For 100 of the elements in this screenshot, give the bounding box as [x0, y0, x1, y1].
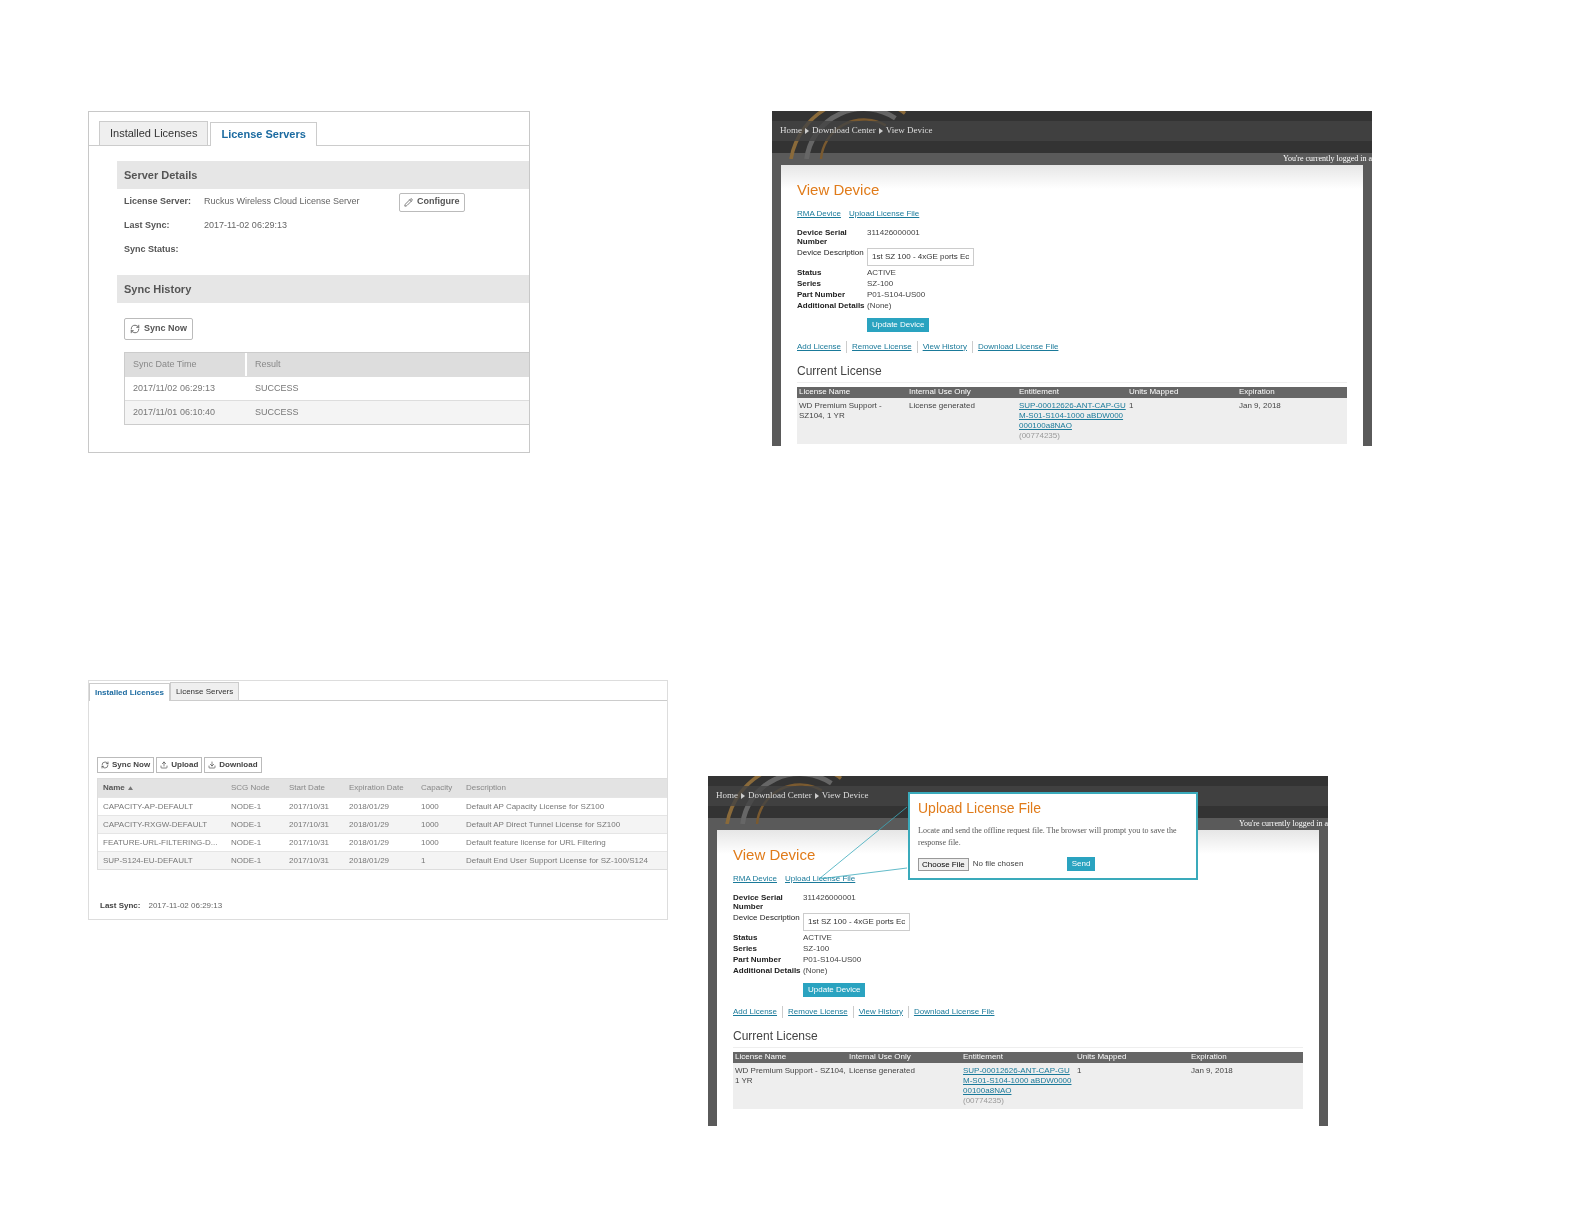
description-field[interactable]: 1st SZ 100 - 4xGE ports Ec	[867, 247, 975, 266]
field-value: P01-S104-US00	[803, 954, 862, 964]
text-link[interactable]: Download License File	[907, 1005, 1000, 1018]
tab[interactable]: Installed Licenses	[99, 121, 209, 145]
column-header: Internal Use Only	[848, 1051, 912, 1063]
field-label: Status	[797, 267, 823, 277]
sync-now-button[interactable]: Sync Now	[124, 318, 193, 340]
column-header: Expiration	[1190, 1051, 1228, 1063]
table-cell-text: Jan 9, 2018	[1238, 400, 1282, 412]
entitlement-id: (00774235)	[963, 1095, 1005, 1106]
text-link[interactable]: RMA Device	[733, 872, 777, 885]
table-cell-text: NODE-1	[230, 836, 263, 849]
table-cell-text: Default AP Direct Tunnel License for SZ100	[465, 818, 622, 831]
field-value: 2017-11-02 06:29:13	[148, 900, 223, 912]
table-cell-text: FEATURE-URL-FILTERING-D...	[102, 836, 219, 849]
breadcrumb-link[interactable]: View Device	[821, 789, 869, 803]
table-cell-text: 2018/01/29	[348, 818, 391, 831]
table-cell-text: License generated	[908, 400, 976, 412]
field-label: Additional Details	[733, 965, 802, 975]
text-link[interactable]: RMA Device	[797, 207, 841, 220]
field-label: Status	[733, 932, 759, 942]
table-cell-text: 1	[1128, 400, 1135, 412]
field-label: Device Serial Number	[797, 227, 848, 246]
table-cell-text: Jan 9, 2018	[1190, 1065, 1234, 1077]
chevron-icon	[805, 128, 809, 134]
text-link[interactable]: Remove License	[782, 1005, 853, 1018]
text-link[interactable]: Upload License File	[785, 872, 856, 885]
entitlement-link[interactable]: SUP-00012626-ANT-CAP-GUM-S01-S104-1000 aBDW000000100a8NAO	[1019, 400, 1127, 431]
refresh-icon	[130, 324, 140, 334]
breadcrumb-link[interactable]: View Device	[885, 124, 933, 138]
field-value: Ruckus Wireless Cloud License Server	[204, 195, 361, 209]
file-status: No file chosen	[972, 858, 1025, 870]
table-cell-text: SUCCESS	[254, 405, 300, 419]
column-header: Expiration	[1238, 386, 1276, 398]
table-cell-text: 2018/01/29	[348, 800, 391, 813]
breadcrumb-link[interactable]: Home	[716, 789, 738, 803]
column-header: License Name	[734, 1051, 788, 1063]
entitlement-link[interactable]: SUP-00012626-ANT-CAP-GUM-S01-S104-1000 aBDW000000100a8NAO	[963, 1065, 1075, 1096]
breadcrumb-link[interactable]: Download Center	[748, 789, 812, 803]
field-label: Last Sync:	[124, 219, 171, 233]
field-label: Sync Status:	[124, 243, 180, 257]
text-link[interactable]: Upload License File	[849, 207, 920, 220]
download-button[interactable]: Download	[204, 757, 262, 773]
sync-now-button[interactable]: Sync Now	[97, 757, 155, 773]
choose-file-button[interactable]: Choose File	[918, 857, 969, 871]
section-header: Sync History	[117, 275, 529, 303]
sort-icon	[127, 786, 133, 790]
table-cell-text: 2017/11/01 06:10:40	[132, 405, 216, 419]
section-title: Current License	[733, 1026, 1303, 1048]
upload-icon	[160, 761, 169, 769]
tab[interactable]: License Servers	[210, 122, 317, 146]
column-header: Result	[254, 357, 282, 371]
column-header: License Name	[798, 386, 852, 398]
text-link[interactable]: Remove License	[846, 340, 917, 353]
table-cell-text: NODE-1	[230, 800, 263, 813]
field-value: 311426000001	[867, 227, 920, 237]
field-label: License Server:	[124, 195, 193, 209]
table-cell-text: NODE-1	[230, 854, 263, 867]
configure-button[interactable]: Configure	[399, 192, 465, 212]
tab[interactable]: License Servers	[169, 682, 240, 700]
text-link[interactable]: View History	[916, 340, 972, 353]
breadcrumb-link[interactable]: Home	[780, 124, 802, 138]
login-status: You're currently logged in a	[1238, 818, 1328, 830]
table-cell-text: Default End User Support License for SZ-100/S124	[465, 854, 649, 867]
field-value: SZ-100	[867, 278, 894, 288]
breadcrumb-link[interactable]: Download Center	[812, 124, 876, 138]
field-label: Last Sync:	[100, 900, 141, 912]
table-cell-text: 1	[1076, 1065, 1083, 1077]
table-cell-text: 2017/10/31	[288, 854, 331, 867]
field-label: Device Description	[797, 247, 865, 257]
description-field[interactable]: 1st SZ 100 - 4xGE ports Ec	[803, 912, 911, 931]
table-cell-text: 1000	[420, 800, 440, 813]
page-title: View Device	[733, 845, 816, 865]
column-header: SCG Node	[230, 782, 271, 794]
table-cell-text: License generated	[848, 1065, 916, 1077]
page-title: View Device	[797, 180, 880, 200]
field-label: Device Serial Number	[733, 892, 784, 911]
chevron-icon	[741, 793, 745, 799]
text-link[interactable]: Add License	[797, 340, 847, 353]
column-header: Units Mapped	[1128, 386, 1180, 398]
column-header: Capacity	[420, 782, 454, 794]
text-link[interactable]: Download License File	[971, 340, 1064, 353]
table-cell-text: 2017/10/31	[288, 836, 331, 849]
column-header: Expiration Date	[348, 782, 405, 794]
chevron-icon	[878, 128, 883, 134]
text-link[interactable]: Add License	[733, 1005, 783, 1018]
table-cell-text: CAPACITY-RXGW-DEFAULT	[102, 818, 209, 831]
table-cell-text: SUP-S124-EU-DEFAULT	[102, 854, 194, 867]
text-link[interactable]: View History	[852, 1005, 908, 1018]
upload-button[interactable]: Upload	[156, 757, 203, 773]
column-header: Entitlement	[1018, 386, 1061, 398]
tab[interactable]: Installed Licenses	[89, 683, 170, 701]
field-value: 311426000001	[803, 892, 856, 902]
table-cell-text: 2017/10/31	[288, 818, 331, 831]
table-cell-text: Default AP Capacity License for SZ100	[465, 800, 606, 813]
table-cell-text: 1000	[420, 836, 440, 849]
field-value: ACTIVE	[867, 267, 896, 277]
field-value: (None)	[803, 965, 828, 975]
field-label: Device Description	[733, 912, 801, 922]
field-value: 2017-11-02 06:29:13	[204, 219, 288, 233]
